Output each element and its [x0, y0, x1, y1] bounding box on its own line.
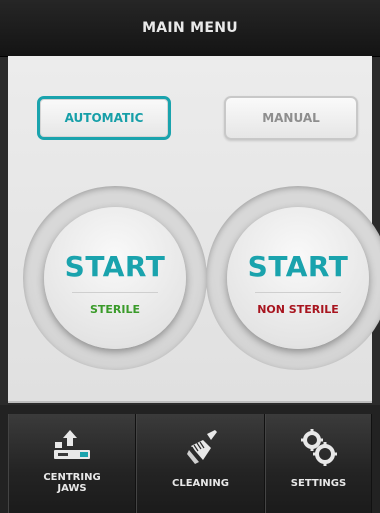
tab-label-line2: JAWS: [57, 483, 87, 494]
tab-label: CLEANING: [172, 478, 229, 489]
start-label: START: [64, 250, 166, 283]
sterile-label: STERILE: [89, 303, 141, 316]
automatic-mode-button[interactable]: AUTOMATIC: [37, 96, 171, 140]
non-sterile-label: NON STERILE: [257, 303, 339, 316]
bottom-tab-bar: CENTRING JAWS CLEANING SETTINGS: [0, 405, 380, 513]
start-sterile-ring: START STERILE: [23, 186, 207, 370]
brush-icon: [186, 430, 217, 464]
main-panel: AUTOMATIC MANUAL START STERILE START NON…: [8, 56, 380, 403]
tab-label-line1: CENTRING: [43, 472, 101, 483]
tab-cleaning[interactable]: CLEANING: [136, 414, 265, 513]
start-label: START: [247, 250, 349, 283]
tab-centring-jaws[interactable]: CENTRING JAWS: [8, 414, 136, 513]
header-bar: MAIN MENU: [0, 0, 380, 57]
centring-jaws-icon: [54, 430, 90, 459]
manual-mode-button[interactable]: MANUAL: [224, 96, 358, 140]
start-sterile-button[interactable]: START STERILE: [44, 207, 186, 349]
gears-icon: [300, 429, 337, 466]
tab-label: SETTINGS: [290, 478, 347, 489]
start-non-sterile-button[interactable]: START NON STERILE: [227, 207, 369, 349]
page-title: MAIN MENU: [142, 20, 238, 36]
tab-settings[interactable]: SETTINGS: [265, 414, 372, 513]
divider: [72, 292, 158, 293]
divider: [255, 292, 341, 293]
tab-label: CENTRING JAWS: [9, 472, 135, 494]
start-non-sterile-ring: START NON STERILE: [206, 186, 380, 370]
